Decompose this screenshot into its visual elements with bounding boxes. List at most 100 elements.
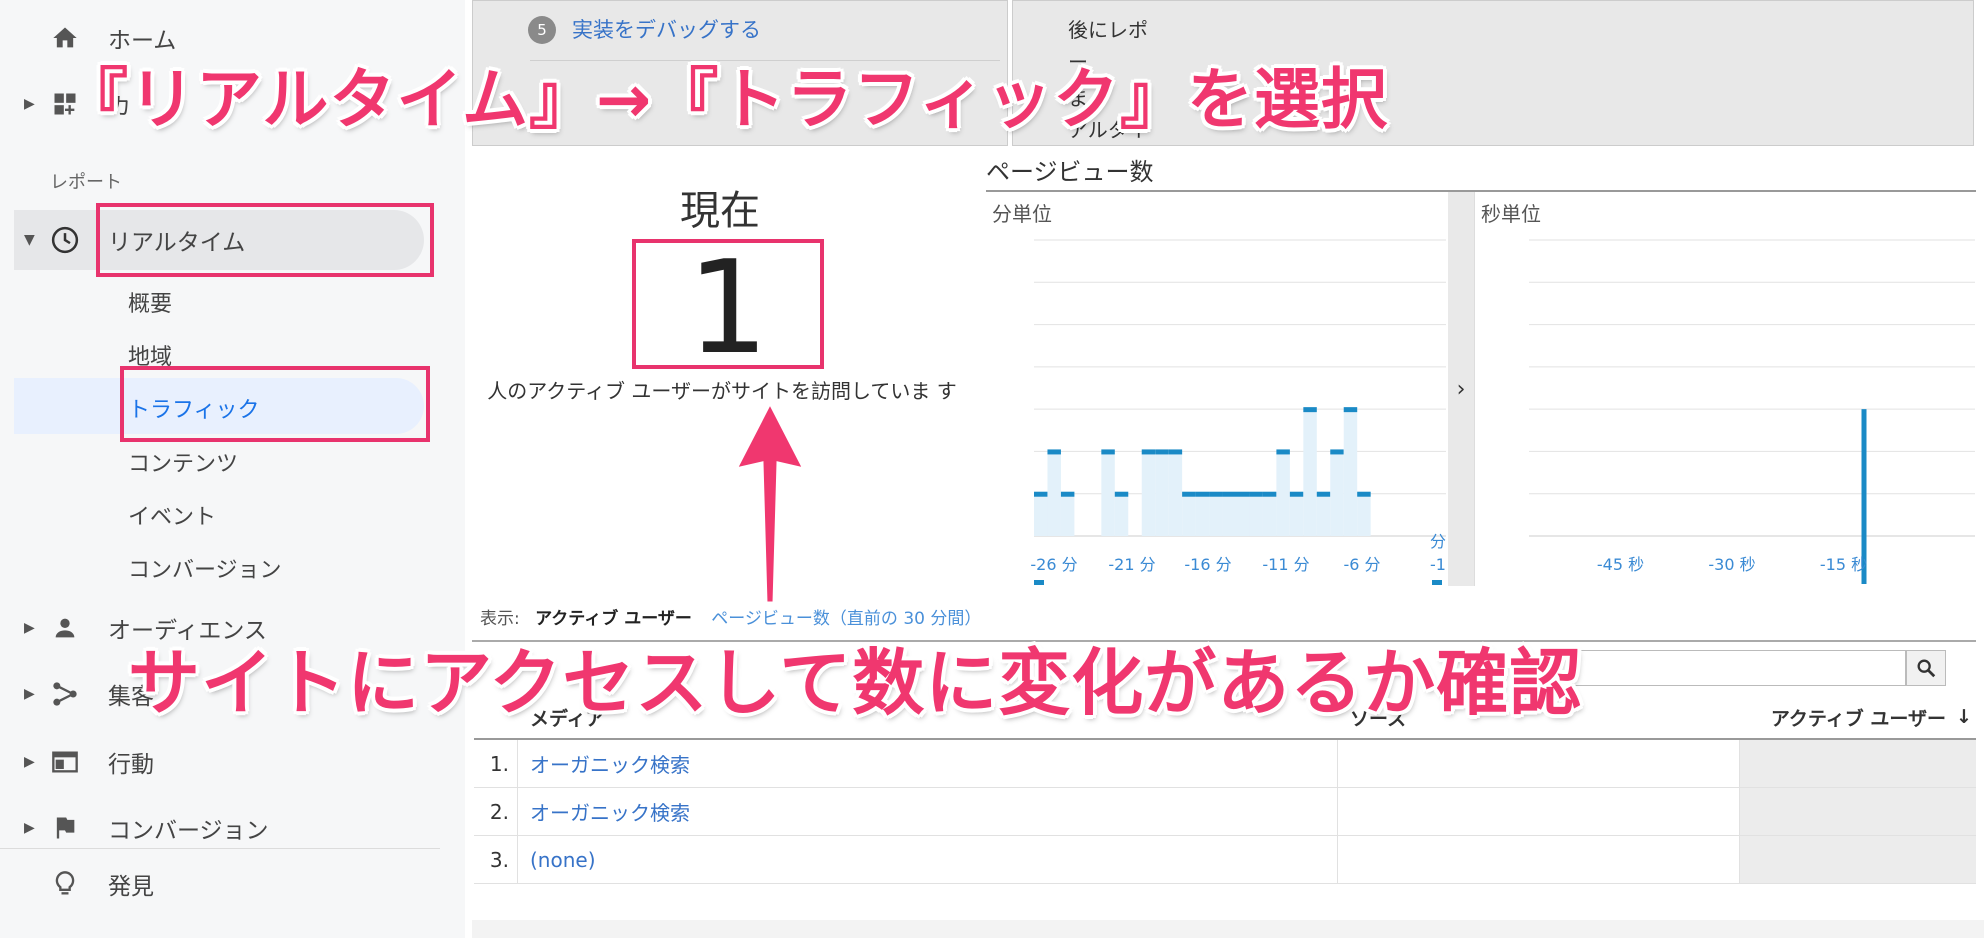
caret-down-icon: ▼ [24, 232, 35, 248]
chart-bar-fill [1249, 493, 1263, 536]
per-second-label: 秒単位 [1481, 202, 1541, 226]
table-row: 2. オーガニック検索 [474, 788, 1976, 836]
chart-bar-fill [1209, 493, 1223, 536]
chart-bar-fill [1168, 451, 1183, 536]
row-source [1338, 836, 1740, 883]
row-medium-link[interactable]: (none) [518, 836, 1338, 883]
table-row: 1. オーガニック検索 [474, 740, 1976, 788]
caret-right-icon: ▶ [24, 820, 35, 836]
bottom-strip [472, 920, 1984, 938]
chart-bar [1262, 491, 1277, 497]
clock-icon [50, 225, 80, 255]
chart-bar-marker [1432, 580, 1442, 585]
chart-bar-fill [1289, 493, 1304, 536]
row-source [1338, 788, 1740, 835]
chart-bar-fill [1262, 493, 1277, 536]
per-second-chart-svg: -45 秒 -30 秒 -15 秒 [1529, 239, 1975, 584]
chart-bar [1047, 449, 1061, 455]
current-title: 現在 [680, 188, 760, 234]
row-index: 1. [474, 740, 518, 787]
chart-bar-fill [1060, 493, 1075, 536]
active-user-count-box: 1 [632, 239, 824, 373]
row-index: 3. [474, 836, 518, 883]
highlight-realtime-box [96, 203, 434, 277]
x-axis-unit-label: 分 [1430, 532, 1446, 551]
arrow-down-icon[interactable]: ↓ [1952, 696, 1976, 738]
row-medium-link[interactable]: オーガニック検索 [518, 740, 1338, 787]
row-active-users [1740, 836, 1976, 883]
row-active-users [1740, 740, 1976, 787]
chart-bar-fill [1343, 409, 1358, 536]
sidebar-item-conversion[interactable]: ▶ コンバージョン [0, 804, 440, 852]
row-active-users [1740, 788, 1976, 835]
chart-bar-fill [1034, 493, 1048, 536]
row-index: 2. [474, 788, 518, 835]
chart-bar [1060, 491, 1075, 497]
chart-bar-fill [1316, 493, 1331, 536]
row-medium-link[interactable]: オーガニック検索 [518, 788, 1338, 835]
search-input[interactable] [1560, 650, 1906, 686]
chart-bar [1209, 491, 1223, 497]
sidebar-section-label: レポート [50, 172, 122, 193]
sidebar-item-discover[interactable]: 発見 [0, 860, 440, 908]
column-header-active-users[interactable]: アクティブ ユーザー [1756, 696, 1976, 738]
chevron-right-icon: › [1456, 376, 1466, 402]
chart-bar-fill [1155, 451, 1169, 536]
behavior-icon [50, 747, 80, 777]
chart-expand-toggle[interactable]: › [1448, 192, 1474, 586]
chart-bar-fill [1182, 493, 1196, 536]
x-tick-label: -30 秒 [1708, 555, 1755, 574]
row-source [1338, 740, 1740, 787]
chart-bar [1141, 449, 1156, 455]
flag-icon [50, 813, 80, 843]
chart-bar [1330, 449, 1344, 455]
sidebar-subitem-conversions[interactable]: コンバージョン [128, 552, 282, 584]
search-button[interactable] [1906, 650, 1946, 686]
chart-bar-fill [1357, 493, 1371, 536]
sidebar-item-behavior[interactable]: ▶ 行動 [0, 738, 440, 786]
caret-right-icon: ▶ [24, 754, 35, 770]
highlight-traffic-box [120, 366, 430, 442]
annotation-caption-bottom: サイトにアクセスして数に変化があるか確認 [128, 641, 1583, 725]
chart-bar [1289, 491, 1304, 497]
acquisition-icon [50, 679, 80, 709]
sidebar-subitem-content[interactable]: コンテンツ [128, 446, 238, 478]
active-user-count: 1 [687, 234, 769, 383]
sidebar-subitem-events[interactable]: イベント [128, 499, 216, 531]
x-tick-label: -26 分 [1030, 555, 1077, 574]
chart-bar [1316, 491, 1331, 497]
chart-bar-fill [1222, 493, 1236, 536]
chart-bar [1249, 491, 1263, 497]
x-tick-label: -16 分 [1184, 555, 1231, 574]
lightbulb-icon [50, 869, 80, 899]
chart-bar-fill [1047, 451, 1061, 536]
debug-implementation-link[interactable]: 実装をデバッグする [572, 14, 761, 44]
chart-bar [1182, 491, 1196, 497]
chart-bar-fill [1114, 493, 1129, 536]
chart-bar [1276, 449, 1290, 455]
x-tick-label: -6 分 [1343, 555, 1380, 574]
sidebar-subitem-overview[interactable]: 概要 [128, 286, 172, 318]
step-text-line: 後にレポ [1068, 18, 1148, 42]
sidebar-divider [0, 848, 440, 849]
chart-bar [1114, 491, 1129, 497]
table-row: 3. (none) [474, 836, 1976, 884]
chart-bar [1195, 491, 1210, 497]
chart-bar [1101, 449, 1115, 455]
x-tick-label: -1 [1430, 555, 1446, 574]
chart-bar [1343, 407, 1358, 413]
chart-bar [1222, 491, 1236, 497]
per-second-chart: 秒単位 -45 秒 -30 秒 -15 秒 [1474, 192, 1976, 586]
per-minute-chart: 分単位 -26 分 -21 分 -16 分 -11 分 -6 分 -1 分 [986, 192, 1448, 586]
pageviews-title: ページビュー数 [986, 158, 1154, 186]
chart-bar-fill [1303, 409, 1317, 536]
chart-bar [1236, 491, 1250, 497]
annotation-arrow [733, 399, 807, 605]
chart-bar [1034, 491, 1048, 497]
per-minute-chart-svg: -26 分 -21 分 -16 分 -11 分 -6 分 -1 分 [1030, 239, 1446, 585]
chart-bar-fill [1276, 451, 1290, 536]
caret-right-icon: ▶ [24, 96, 35, 112]
chart-bar-marker [1034, 580, 1044, 585]
step-number-badge: 5 [528, 16, 556, 44]
chart-bar-fill [1101, 451, 1115, 536]
